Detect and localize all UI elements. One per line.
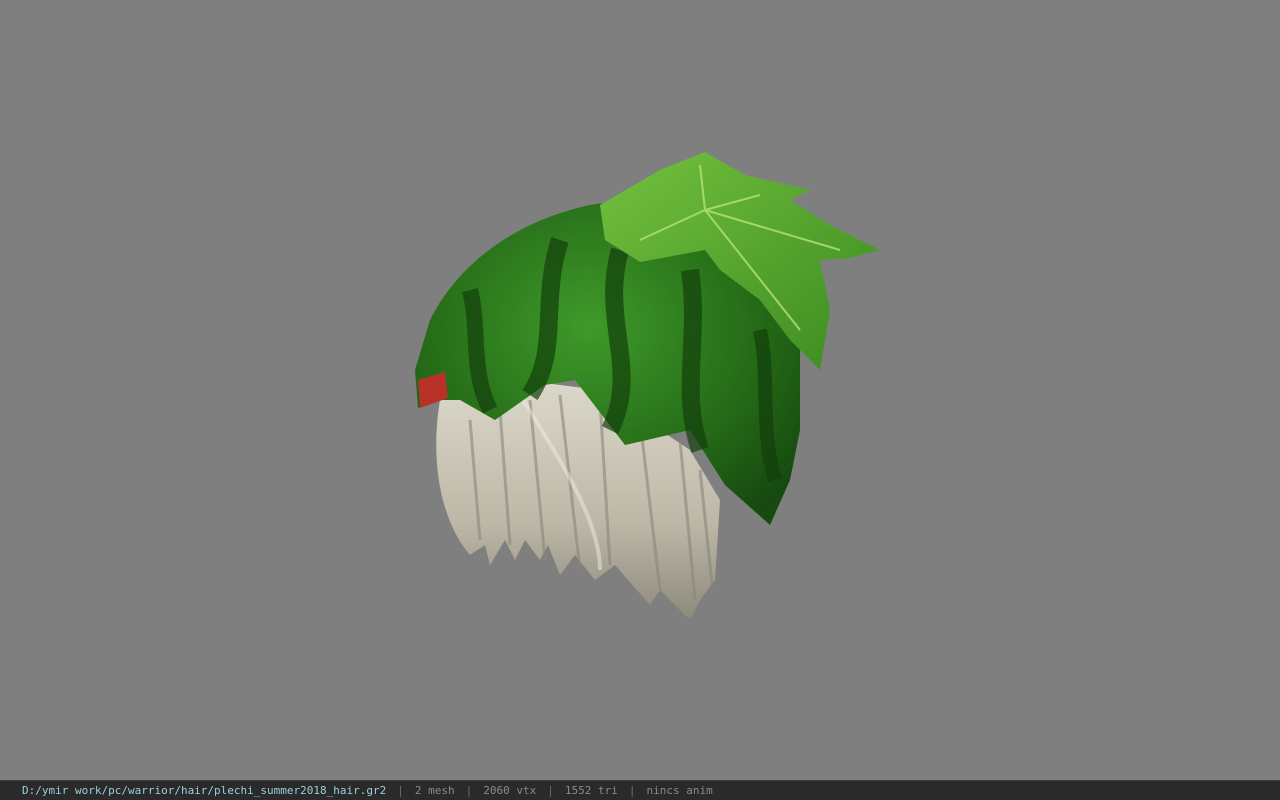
triangle-count: 1552 tri: [564, 784, 618, 797]
vertex-count: 2060 vtx: [483, 784, 537, 797]
separator: |: [547, 784, 554, 797]
mesh-count: 2 mesh: [414, 784, 455, 797]
status-bar: D:/ymir work/pc/warrior/hair/plechi_summ…: [0, 780, 1280, 800]
separator: |: [397, 784, 404, 797]
animation-status: nincs anim: [646, 784, 713, 797]
separator: |: [465, 784, 473, 797]
separator: |: [628, 784, 636, 797]
file-path: D:/ymir work/pc/warrior/hair/plechi_summ…: [22, 784, 387, 797]
3d-viewport[interactable]: [0, 0, 1280, 780]
model-render[interactable]: [0, 0, 1280, 780]
